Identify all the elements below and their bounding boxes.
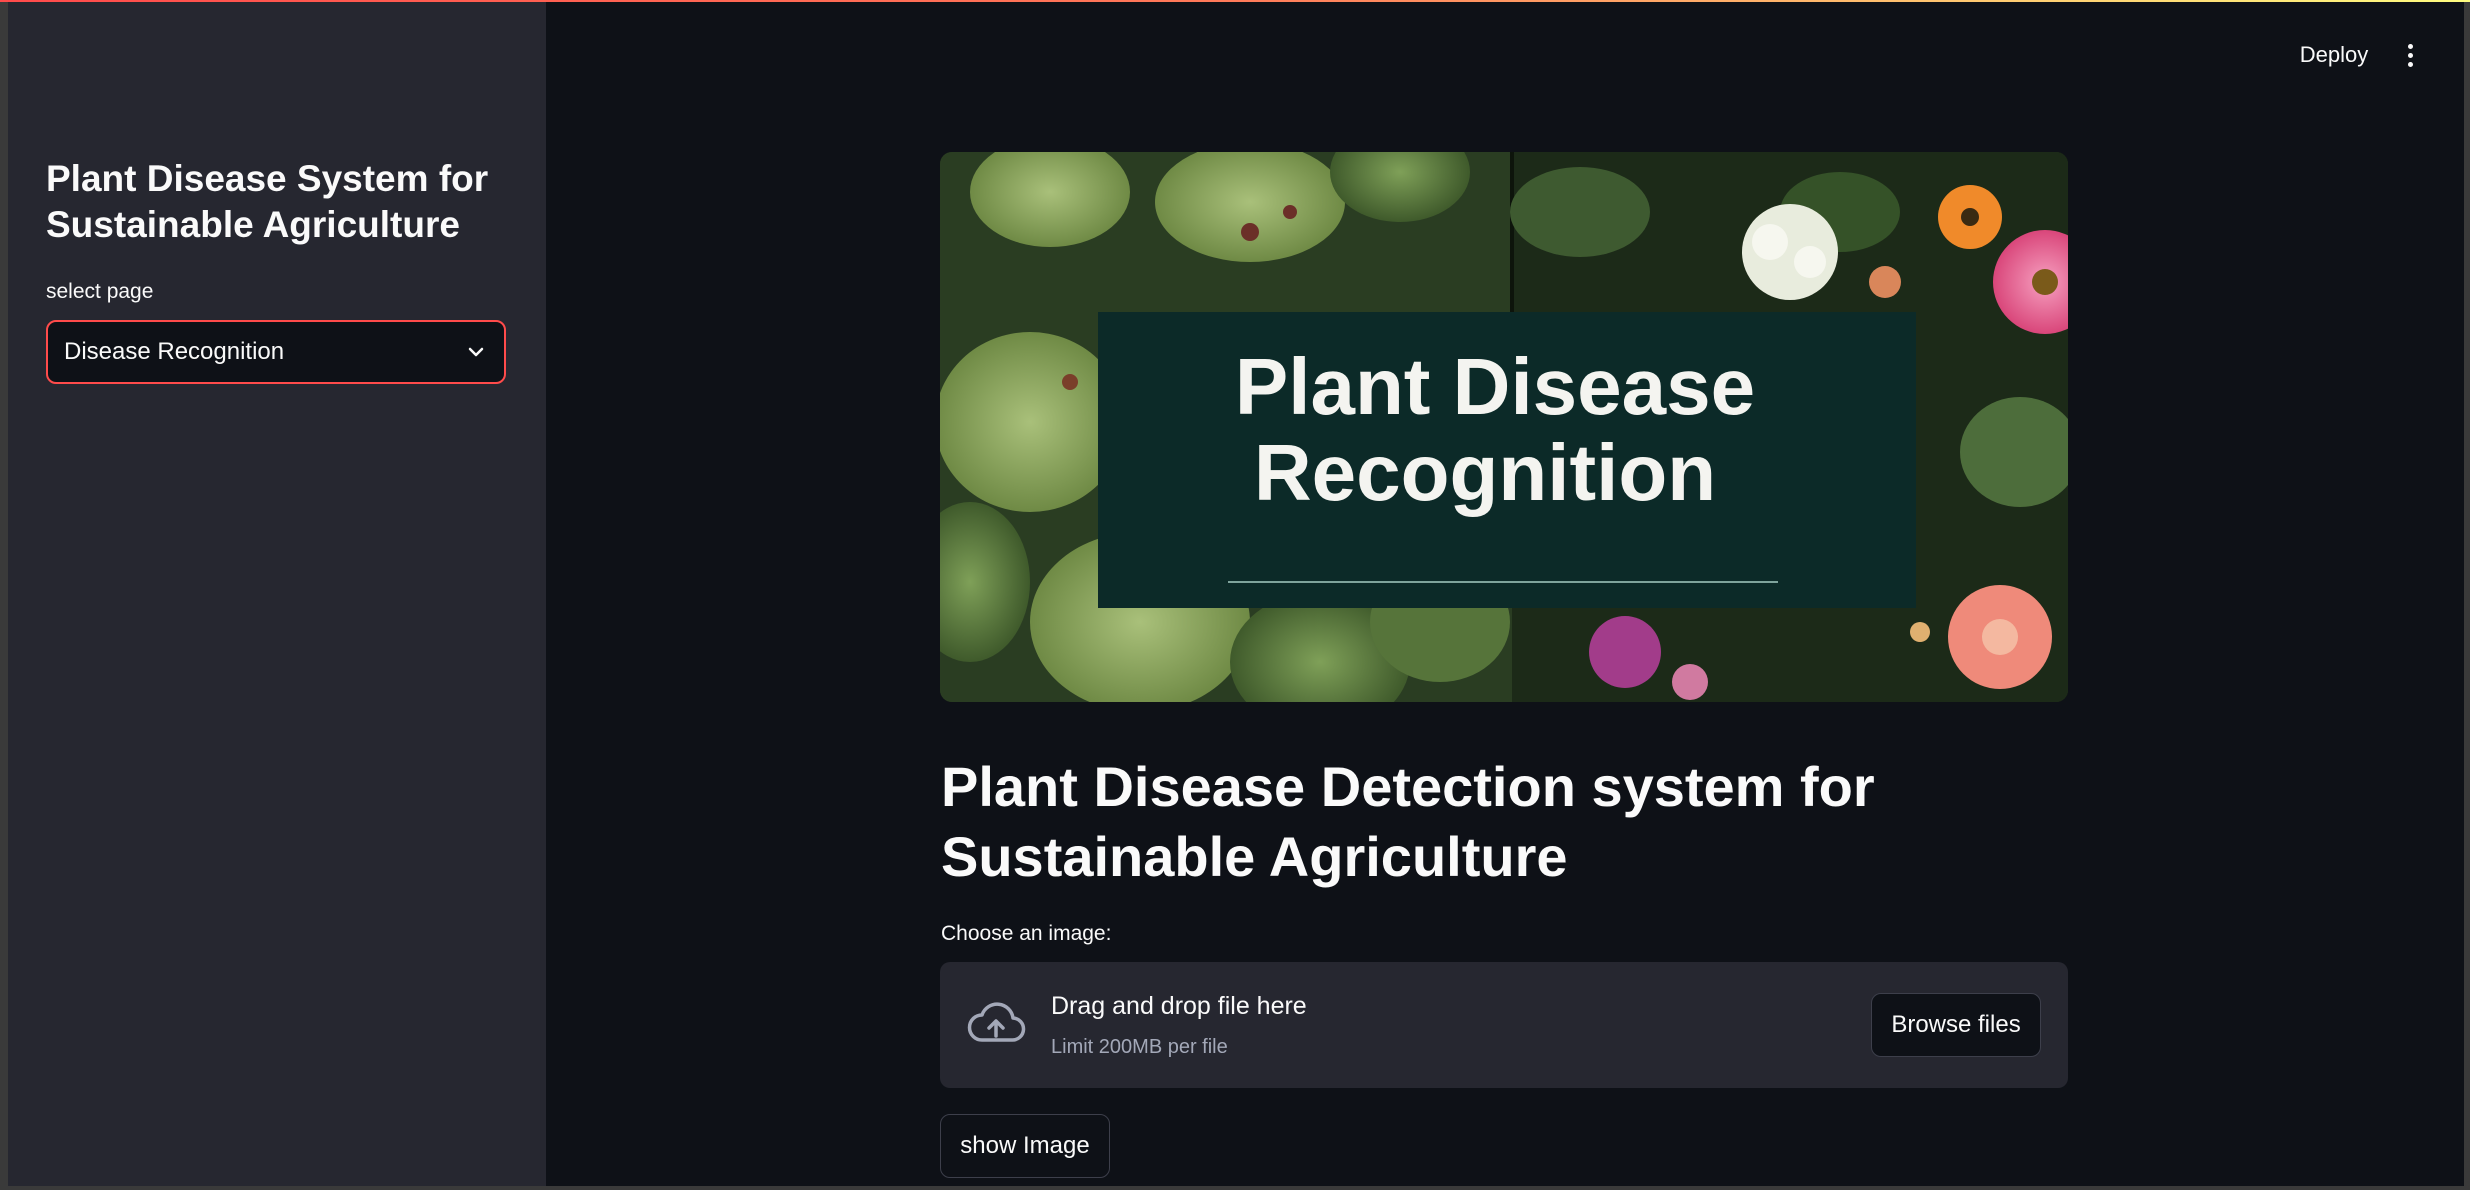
page-select[interactable]: Disease Recognition xyxy=(46,320,506,384)
vertical-dots-icon xyxy=(2407,52,2413,58)
main-menu-button[interactable] xyxy=(2398,38,2422,72)
app-loading-bar xyxy=(0,0,2470,2)
chevron-down-icon xyxy=(468,347,484,357)
banner-title-line1: Plant Disease xyxy=(1235,342,1755,431)
file-dropzone[interactable]: Drag and drop file here Limit 200MB per … xyxy=(940,962,2068,1088)
sidebar-title: Plant Disease System for Sustainable Agr… xyxy=(46,158,489,245)
window-border-right xyxy=(2464,0,2470,1190)
dropzone-instructions: Drag and drop file here xyxy=(1051,992,1307,1020)
vertical-dots-icon xyxy=(2407,61,2413,67)
window-border-left xyxy=(0,0,8,1190)
banner-artwork: Plant Disease Recognition xyxy=(940,152,2068,702)
page-title: Plant Disease Detection system for Susta… xyxy=(941,755,1875,888)
show-image-button[interactable]: show Image xyxy=(940,1114,1110,1178)
sidebar: Plant Disease System for Sustainable Agr… xyxy=(8,0,546,1186)
window-border-bottom xyxy=(0,1186,2470,1190)
dropzone-limit: Limit 200MB per file xyxy=(1051,1036,1228,1058)
browse-files-button[interactable]: Browse files xyxy=(1871,993,2041,1057)
banner-title-line2: Recognition xyxy=(1254,428,1716,517)
file-uploader-label: Choose an image: xyxy=(941,922,1112,945)
page-select-value: Disease Recognition xyxy=(64,338,285,365)
banner-image: Plant Disease Recognition xyxy=(940,152,2068,702)
vertical-dots-icon xyxy=(2407,43,2413,49)
deploy-button[interactable]: Deploy xyxy=(2290,38,2378,72)
cloud-upload-icon xyxy=(967,1002,1026,1042)
select-page-label: select page xyxy=(46,280,154,303)
